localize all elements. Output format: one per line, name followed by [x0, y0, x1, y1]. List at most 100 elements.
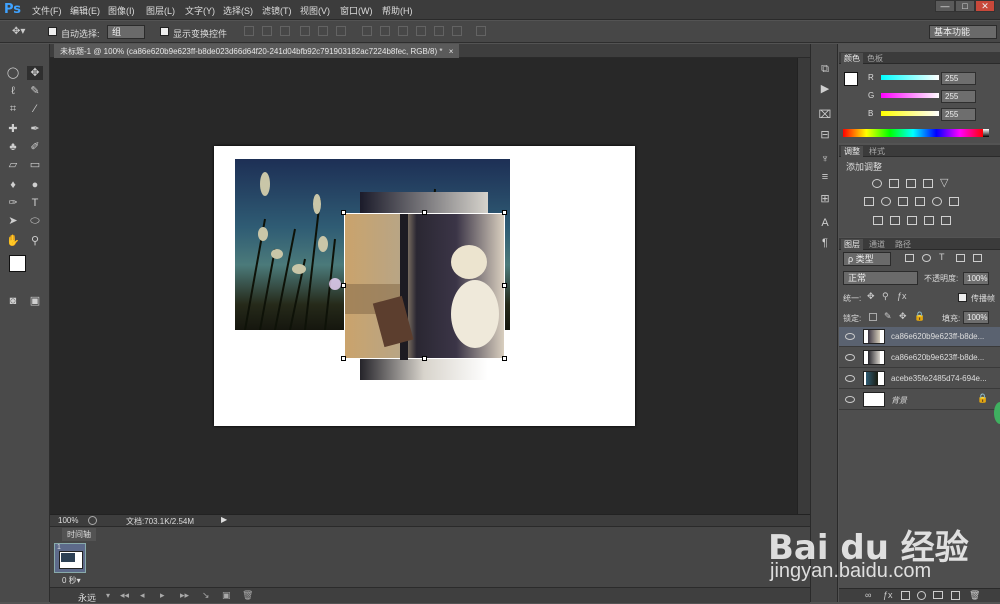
distribute-bottom-icon[interactable]: [398, 26, 408, 36]
fill-value[interactable]: 100%: [963, 311, 989, 324]
transform-handle-bl[interactable]: [341, 356, 346, 361]
loop-chevron-icon[interactable]: ▾: [106, 591, 110, 600]
gradient-tool-icon[interactable]: ▭: [27, 158, 43, 172]
unify-visibility-icon[interactable]: ⚲: [882, 291, 889, 302]
menu-help[interactable]: 帮助(H): [382, 4, 413, 17]
prev-frame-icon[interactable]: ◂: [140, 590, 145, 601]
g-slider[interactable]: [881, 93, 939, 98]
black-white-icon[interactable]: [898, 197, 908, 206]
history-brush-icon[interactable]: ✐: [27, 140, 43, 154]
character-panel-icon[interactable]: A: [817, 216, 833, 230]
info-panel-icon[interactable]: ⊞: [817, 192, 833, 206]
auto-select-checkbox[interactable]: [48, 27, 57, 36]
lock-transparent-icon[interactable]: [869, 313, 877, 321]
new-group-icon[interactable]: [933, 591, 943, 599]
layer-row[interactable]: acebe35fe2485d74-694e...: [839, 369, 1000, 389]
layer-name[interactable]: 背景: [891, 395, 907, 406]
transform-handle-r[interactable]: [502, 283, 507, 288]
properties-panel-icon[interactable]: ≡: [817, 170, 833, 184]
layer-name[interactable]: acebe35fe2485d74-694e...: [891, 374, 987, 383]
menu-view[interactable]: 视图(V): [300, 4, 330, 17]
menu-filter[interactable]: 滤镜(T): [262, 4, 292, 17]
layer-filter-kind[interactable]: ρ 类型: [843, 252, 891, 266]
photo-filter-icon[interactable]: [915, 197, 925, 206]
distribute-top-icon[interactable]: [362, 26, 372, 36]
color-spectrum-ramp[interactable]: [843, 129, 983, 137]
r-slider[interactable]: [881, 75, 939, 80]
next-frame-icon[interactable]: ▸▸: [180, 590, 189, 601]
lasso-tool-icon[interactable]: ℓ: [5, 84, 21, 98]
lock-position-icon[interactable]: ✥: [899, 311, 907, 322]
quick-select-tool-icon[interactable]: ✎: [27, 84, 43, 98]
first-frame-icon[interactable]: ◂◂: [120, 590, 129, 601]
visibility-eye-icon[interactable]: [845, 396, 855, 403]
auto-align-icon[interactable]: [476, 26, 486, 36]
selective-color-icon[interactable]: [924, 216, 934, 225]
delete-layer-icon[interactable]: 🗑: [969, 590, 980, 601]
move-tool-icon[interactable]: ✥: [27, 66, 43, 80]
history-panel-icon[interactable]: ⧉: [817, 62, 833, 76]
invert-icon[interactable]: [873, 216, 883, 225]
timeline-tab[interactable]: 时间轴: [62, 528, 96, 541]
lock-all-icon[interactable]: 🔒: [914, 311, 925, 322]
b-slider[interactable]: [881, 111, 939, 116]
threshold-icon[interactable]: [907, 216, 917, 225]
play-icon[interactable]: ▸: [160, 590, 165, 601]
zoom-level[interactable]: 100%: [58, 516, 78, 525]
hand-tool-icon[interactable]: ✋: [5, 234, 21, 248]
healing-brush-icon[interactable]: ✚: [5, 122, 21, 136]
clone-source-icon[interactable]: ⊟: [817, 128, 833, 142]
eyedropper-tool-icon[interactable]: ⁄: [27, 102, 43, 116]
quick-mask-icon[interactable]: ◙: [5, 294, 21, 308]
visibility-eye-icon[interactable]: [845, 375, 855, 382]
pen-tool-icon[interactable]: ✑: [5, 196, 21, 210]
show-transform-checkbox[interactable]: [160, 27, 169, 36]
transform-handle-l[interactable]: [341, 283, 346, 288]
document-tab[interactable]: 未标题-1 @ 100% (ca86e620b9e623ff-b8de023d6…: [54, 44, 460, 58]
bw-ramp[interactable]: [983, 129, 989, 137]
opacity-value[interactable]: 100%: [963, 272, 989, 285]
align-right-icon[interactable]: [336, 26, 346, 36]
tab-layers[interactable]: 图层: [841, 239, 863, 250]
frame-delay[interactable]: 0 秒▾: [62, 575, 81, 586]
add-style-icon[interactable]: ƒx: [883, 590, 893, 600]
close-button[interactable]: ✕: [975, 0, 995, 12]
status-info-icon[interactable]: [88, 516, 97, 525]
new-layer-icon[interactable]: [951, 591, 960, 600]
levels-icon[interactable]: [889, 179, 899, 188]
layer-name[interactable]: ca86e620b9e623ff-b8de...: [891, 332, 984, 341]
type-tool-icon[interactable]: T: [27, 196, 43, 210]
unify-style-icon[interactable]: ƒx: [897, 291, 907, 301]
blend-mode-dropdown[interactable]: 正常: [843, 271, 918, 285]
maximize-button[interactable]: □: [955, 0, 975, 12]
brush-tool-icon[interactable]: ✒: [27, 122, 43, 136]
menu-image[interactable]: 图像(I): [108, 4, 135, 17]
duplicate-frame-icon[interactable]: ▣: [222, 590, 231, 601]
transform-handle-tr[interactable]: [502, 210, 507, 215]
filter-pixel-icon[interactable]: [905, 254, 914, 262]
menu-file[interactable]: 文件(F): [32, 4, 62, 17]
layer-photo-strip-bottom[interactable]: [360, 358, 488, 380]
exposure-icon[interactable]: [923, 179, 933, 188]
workspace-dropdown[interactable]: 基本功能: [929, 25, 997, 39]
crop-tool-icon[interactable]: ⌗: [5, 102, 21, 116]
layer-row[interactable]: 背景 🔒: [839, 390, 1000, 410]
path-select-icon[interactable]: ➤: [5, 214, 21, 228]
distribute-hcenter-icon[interactable]: [434, 26, 444, 36]
link-layers-icon[interactable]: ∞: [865, 590, 871, 600]
color-lookup-icon[interactable]: [949, 197, 959, 206]
lock-pixels-icon[interactable]: ✎: [884, 311, 892, 322]
filter-type-icon[interactable]: T: [939, 252, 945, 262]
close-tab-icon[interactable]: ×: [449, 47, 454, 56]
ellipse-tool-icon[interactable]: ⬭: [27, 214, 43, 228]
move-tool-icon[interactable]: ✥▾: [12, 26, 25, 37]
unify-position-icon[interactable]: ✥: [867, 291, 875, 302]
auto-select-dropdown[interactable]: 组: [107, 25, 145, 39]
curves-icon[interactable]: [906, 179, 916, 188]
vertical-scrollbar[interactable]: [797, 58, 810, 514]
tab-channels[interactable]: 通道: [869, 239, 885, 250]
tween-icon[interactable]: ↘: [202, 590, 210, 601]
actions-panel-icon[interactable]: ▶: [817, 82, 833, 96]
menu-edit[interactable]: 编辑(E): [70, 4, 100, 17]
distribute-left-icon[interactable]: [416, 26, 426, 36]
